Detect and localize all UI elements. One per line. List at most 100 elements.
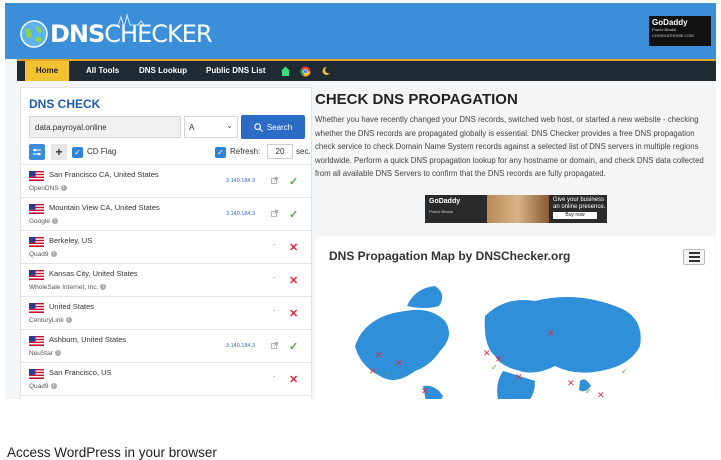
server-provider: Google i — [29, 218, 58, 225]
main-nav: Home All Tools DNS Lookup Public DNS Lis… — [17, 59, 716, 81]
search-button[interactable]: Search — [241, 115, 305, 139]
propagation-map-card: DNS Propagation Map by DNSChecker.org ✕ … — [315, 236, 715, 399]
status-ok-icon: ✓ — [289, 176, 299, 188]
server-row: Ashburn, United States NeuStar i 3.140.18… — [21, 329, 311, 362]
server-provider: CenturyLink i — [29, 317, 72, 324]
page-description: Whether you have recently changed your D… — [315, 115, 704, 179]
map-eurasia — [484, 297, 641, 373]
server-provider: NeuStar i — [29, 350, 61, 357]
map-fail-marker[interactable]: ✕ — [421, 387, 429, 397]
map-ok-marker[interactable]: ✓ — [491, 363, 498, 372]
server-location: San Francisco CA, United States — [49, 170, 159, 179]
map-fail-marker[interactable]: ✕ — [395, 359, 403, 369]
provider-name: CenturyLink — [29, 317, 64, 324]
provider-name: Google — [29, 218, 50, 225]
map-ok-marker[interactable]: ✓ — [621, 367, 628, 376]
us-flag-icon — [29, 369, 44, 379]
server-location: San Francisco, US — [49, 368, 112, 377]
page-title: CHECK DNS PROPAGATION — [315, 91, 518, 108]
external-link-icon[interactable] — [271, 210, 278, 217]
refresh-unit: sec. — [296, 147, 311, 156]
server-list: San Francisco CA, United States OpenDNS i… — [21, 164, 311, 399]
status-ok-icon: ✓ — [289, 209, 299, 221]
refresh-checkbox[interactable]: ✓ — [215, 147, 226, 158]
external-link-icon[interactable] — [271, 177, 278, 184]
server-ip[interactable]: 3.140.184.3 — [226, 211, 255, 217]
external-link-icon[interactable] — [271, 342, 278, 349]
nav-home[interactable]: Home — [25, 61, 69, 81]
record-type-value: A — [189, 123, 195, 132]
us-flag-icon — [29, 303, 44, 313]
info-icon[interactable]: i — [65, 317, 72, 324]
server-provider: Quad9 i — [29, 383, 57, 390]
server-location: Ashburn, United States — [49, 335, 127, 344]
server-row: Mountain View CA, United States Google i … — [21, 197, 311, 230]
map-greenland — [407, 286, 443, 308]
server-ip[interactable]: 3.140.184.3 — [226, 178, 255, 184]
ad-cta-button[interactable]: Buy now — [553, 212, 597, 219]
ad-brand: GoDaddy — [429, 198, 461, 205]
chrome-icon[interactable] — [300, 66, 311, 77]
map-fail-marker[interactable]: ✕ — [483, 349, 491, 359]
page-caption: Access WordPress in your browser — [7, 445, 217, 460]
server-ip[interactable]: 3.140.184.3 — [226, 343, 255, 349]
android-icon[interactable] — [280, 66, 291, 77]
header-ad-sub: CHOKHATHOME.COM — [652, 33, 694, 38]
map-fail-marker[interactable]: ✕ — [515, 373, 523, 383]
status-fail-icon: ✕ — [289, 374, 299, 386]
search-icon — [254, 122, 263, 132]
dns-check-panel: DNS CHECK data.payroyal.online A ⌄ Searc… — [20, 87, 312, 399]
info-icon[interactable]: i — [50, 251, 57, 258]
refresh-interval-input[interactable]: 20 — [267, 144, 293, 159]
nav-dns-lookup[interactable]: DNS Lookup — [139, 61, 187, 81]
server-row: Kansas City, United States WholeSale Int… — [21, 263, 311, 296]
server-location: United States — [49, 302, 95, 311]
map-fail-marker[interactable]: ✕ — [547, 329, 555, 339]
ad-banner[interactable]: GoDaddy Prachi Bhatia Give your business… — [425, 195, 607, 223]
add-server-button[interactable]: + — [51, 144, 67, 160]
server-row: United States CenturyLink i - ✕ — [21, 296, 311, 329]
dnschecker-screenshot: DNS CHECKER GoDaddy Prachi Bhatia CHOKHA… — [5, 3, 716, 399]
us-flag-icon — [29, 270, 44, 280]
map-fail-marker[interactable]: ✕ — [567, 379, 575, 389]
sliders-icon — [33, 148, 41, 156]
ad-name: Prachi Bhatia — [429, 209, 453, 214]
check-icon: ✓ — [74, 148, 81, 157]
world-map[interactable]: ✕ ✕ ✕ ✓ ✕ ✕ ✕ ✓ ✕ ✕ ✓ ✓ ✕ ✕ — [335, 276, 675, 399]
nav-all-tools[interactable]: All Tools — [86, 61, 119, 81]
info-icon[interactable]: i — [54, 350, 61, 357]
domain-input[interactable]: data.payroyal.online — [29, 116, 181, 138]
nav-public-dns-list[interactable]: Public DNS List — [206, 61, 266, 81]
us-flag-icon — [29, 171, 44, 181]
header-ad[interactable]: GoDaddy Prachi Bhatia CHOKHATHOME.COM — [649, 16, 711, 46]
map-menu-button[interactable] — [683, 249, 705, 265]
map-fail-marker[interactable]: ✕ — [369, 367, 377, 377]
record-type-select[interactable]: A ⌄ — [184, 116, 238, 138]
map-title: DNS Propagation Map by DNSChecker.org — [329, 249, 571, 263]
map-ok-marker[interactable]: ✓ — [585, 387, 592, 396]
ad-tagline: Give your business an online presence. — [553, 197, 606, 210]
info-icon[interactable]: i — [60, 185, 67, 192]
info-icon[interactable]: i — [100, 284, 107, 291]
filter-settings-button[interactable] — [29, 144, 45, 160]
map-fail-marker[interactable]: ✕ — [375, 351, 383, 361]
us-flag-icon — [29, 204, 44, 214]
map-ok-marker[interactable]: ✓ — [385, 369, 392, 378]
chevron-down-icon: ⌄ — [226, 121, 233, 130]
info-icon[interactable]: i — [51, 218, 58, 225]
server-provider: OpenDNS i — [29, 185, 67, 192]
ad-photo — [487, 195, 549, 223]
map-fail-marker[interactable]: ✕ — [597, 391, 605, 399]
server-ip: - — [273, 275, 276, 282]
server-row: San Francisco, US Quad9 i - ✕ — [21, 362, 311, 395]
info-icon[interactable]: i — [50, 383, 57, 390]
site-header: DNS CHECKER GoDaddy Prachi Bhatia CHOKHA… — [5, 3, 716, 59]
server-location: Kansas City, United States — [49, 269, 138, 278]
moon-icon[interactable] — [321, 66, 331, 76]
us-flag-icon — [29, 336, 44, 346]
cd-flag-checkbox[interactable]: ✓ — [72, 147, 83, 158]
provider-name: Quad9 — [29, 251, 49, 258]
check-icon: ✓ — [217, 148, 224, 157]
provider-name: WholeSale Internet, Inc. — [29, 284, 99, 291]
provider-name: Quad9 — [29, 383, 49, 390]
